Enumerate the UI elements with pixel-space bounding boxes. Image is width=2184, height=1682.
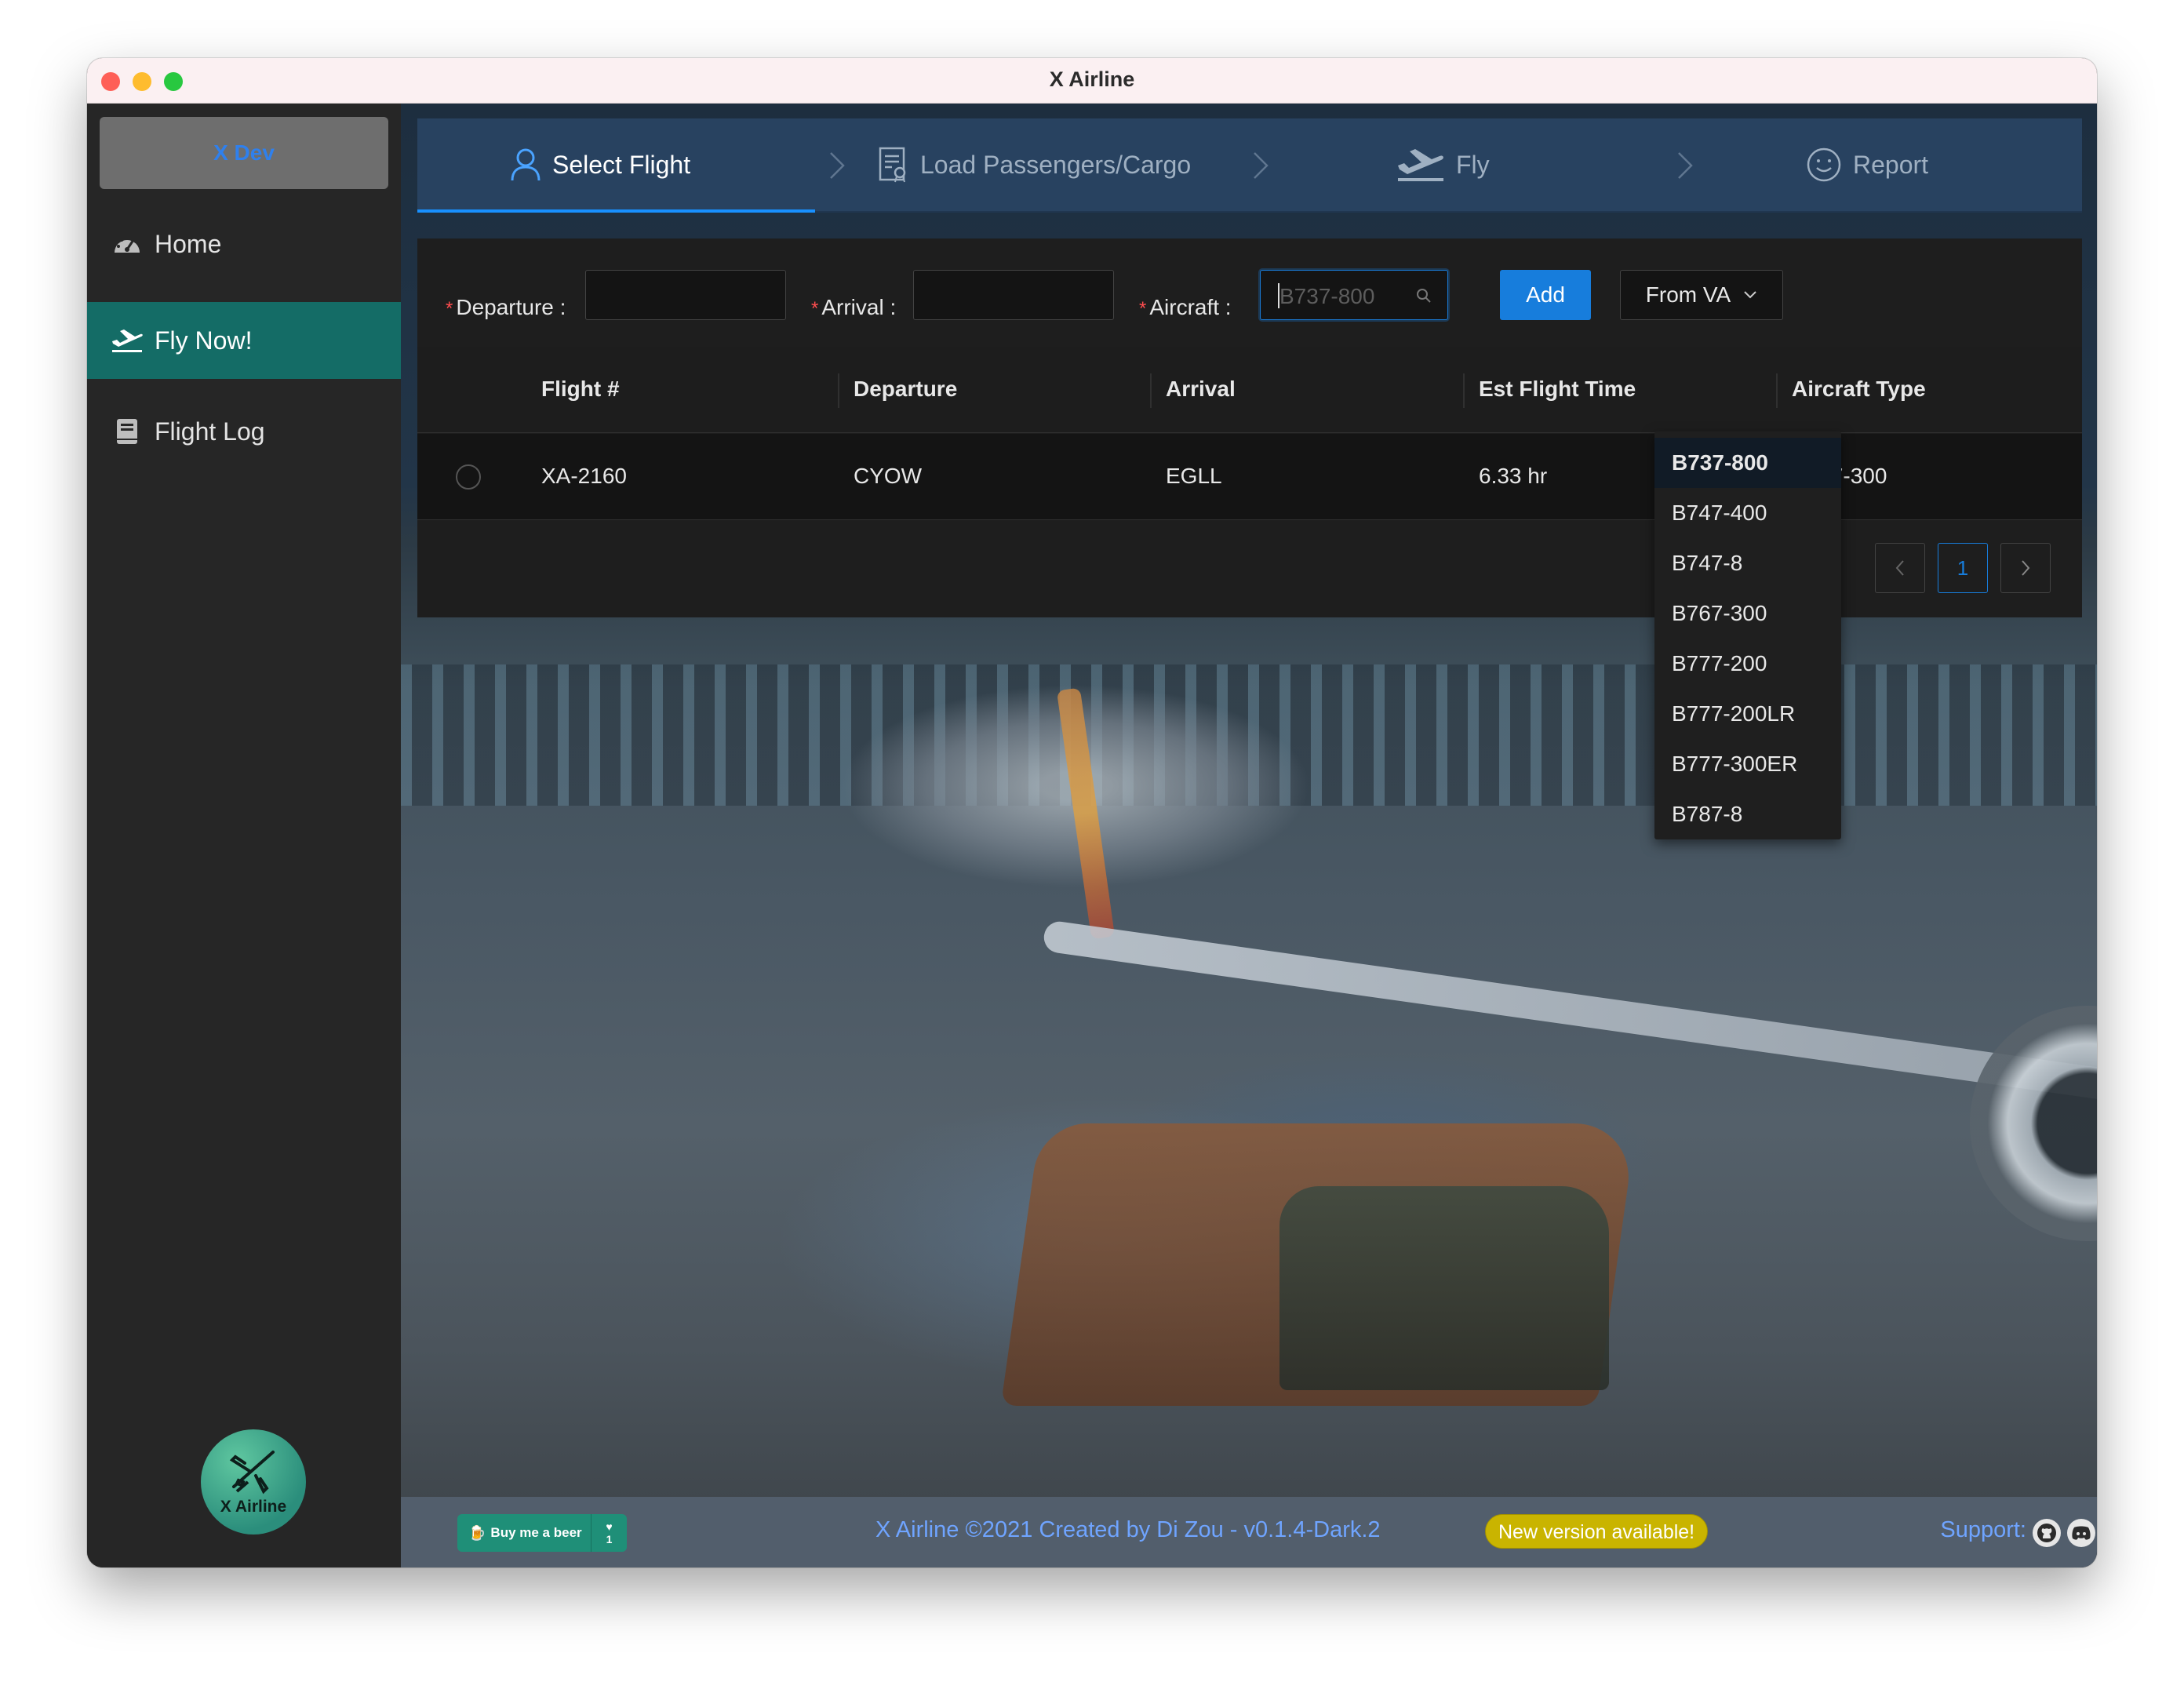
step-report[interactable]: Report — [1806, 118, 1928, 211]
logo-text: X Airline — [220, 1498, 287, 1516]
beer-count: ♥ 1 — [591, 1514, 627, 1552]
step-label: Select Flight — [552, 150, 691, 179]
column-header: Aircraft Type — [1792, 377, 1926, 401]
beer-icon: 🍺 — [468, 1524, 486, 1541]
departure-label: * Departure : — [446, 295, 566, 319]
sidebar-item-flight-log[interactable]: Flight Log — [87, 393, 401, 470]
main-content: Select Flight Load Passengers/Cargo Fly — [401, 104, 2097, 1567]
search-icon — [1417, 289, 1431, 303]
sidebar: X Dev Home Fly Now! Flight Log X Airline — [87, 104, 401, 1567]
new-version-badge[interactable]: New version available! — [1485, 1514, 1709, 1549]
support-label: Support: — [1940, 1517, 2026, 1542]
app-window: X Airline X Dev Home Fly Now! Flight Log… — [87, 58, 2097, 1567]
arrival-label: * Arrival : — [811, 295, 897, 319]
dashboard-icon — [111, 228, 144, 260]
chevron-right-icon — [1678, 152, 1693, 179]
page-number-button[interactable]: 1 — [1938, 543, 1988, 593]
aircraft-placeholder: B737-800 — [1279, 284, 1375, 308]
aircraft-option[interactable]: B777-200 — [1654, 639, 1841, 689]
chevron-right-icon — [1254, 152, 1269, 179]
chevron-right-icon — [2022, 560, 2030, 576]
step-label: Report — [1853, 150, 1929, 179]
aircraft-label: * Aircraft : — [1139, 295, 1232, 319]
row-select-radio[interactable] — [456, 464, 481, 490]
user-icon — [510, 147, 541, 182]
buy-me-a-beer-button[interactable]: 🍺 Buy me a beer ♥ 1 — [457, 1514, 627, 1552]
chevron-left-icon — [1895, 560, 1904, 576]
heart-icon: ♥ — [606, 1520, 613, 1533]
user-button[interactable]: X Dev — [100, 117, 388, 189]
sidebar-item-label: Home — [155, 229, 222, 258]
title-bar: X Airline — [87, 58, 2097, 104]
beer-label: Buy me a beer — [490, 1525, 582, 1540]
document-icon — [878, 147, 909, 183]
app-logo: X Airline — [201, 1429, 306, 1535]
steps-bar: Select Flight Load Passengers/Cargo Fly — [417, 118, 2082, 213]
aircraft-select-input[interactable]: B737-800 — [1260, 270, 1448, 320]
aircraft-option[interactable]: B737-800 — [1654, 438, 1841, 488]
github-icon[interactable] — [2033, 1519, 2061, 1547]
plane-takeoff-icon — [111, 324, 144, 357]
aircraft-dropdown: B737-800 B747-400 B747-8 B767-300 B777-2… — [1654, 431, 1841, 839]
chevron-down-icon — [1744, 291, 1756, 299]
sidebar-item-fly-now[interactable]: Fly Now! — [87, 302, 401, 379]
step-load-passengers[interactable]: Load Passengers/Cargo — [878, 118, 1191, 211]
sidebar-item-home[interactable]: Home — [87, 206, 401, 282]
column-header: Est Flight Time — [1479, 377, 1636, 401]
footer-credit: X Airline ©2021 Created by Di Zou - v0.1… — [875, 1517, 1381, 1542]
prev-page-button[interactable] — [1875, 543, 1925, 593]
column-header: Departure — [854, 377, 958, 401]
cell-arrival: EGLL — [1166, 464, 1222, 488]
cell-departure: CYOW — [854, 464, 923, 488]
add-button[interactable]: Add — [1500, 270, 1591, 320]
aircraft-option[interactable]: B747-8 — [1654, 538, 1841, 588]
arrival-input[interactable] — [913, 270, 1114, 320]
aircraft-option[interactable]: B747-400 — [1654, 488, 1841, 538]
beer-count-value: 1 — [606, 1533, 613, 1545]
cell-flight: XA-2160 — [541, 464, 627, 488]
step-select-flight[interactable]: Select Flight — [510, 118, 690, 211]
step-label: Load Passengers/Cargo — [920, 150, 1192, 179]
from-va-button[interactable]: From VA — [1620, 270, 1783, 320]
step-fly[interactable]: Fly — [1396, 118, 1490, 211]
step-label: Fly — [1456, 150, 1490, 179]
departure-input[interactable] — [585, 270, 786, 320]
column-header: Flight # — [541, 377, 620, 401]
column-header: Arrival — [1166, 377, 1236, 401]
smile-icon — [1806, 147, 1842, 183]
active-step-underline — [417, 209, 815, 213]
book-icon — [111, 415, 144, 448]
aircraft-option[interactable]: B767-300 — [1654, 588, 1841, 639]
window-title: X Airline — [1049, 67, 1135, 91]
plane-takeoff-icon — [1396, 147, 1445, 183]
from-va-label: From VA — [1645, 282, 1731, 307]
sidebar-item-label: Fly Now! — [155, 326, 253, 355]
discord-icon[interactable] — [2067, 1519, 2095, 1547]
next-page-button[interactable] — [2000, 543, 2051, 593]
aircraft-option[interactable]: B777-300ER — [1654, 739, 1841, 789]
chevron-right-icon — [830, 152, 845, 179]
cell-est-time: 6.33 hr — [1479, 464, 1548, 488]
table-header: Flight # Departure Arrival Est Flight Ti… — [417, 347, 2082, 433]
aircraft-option[interactable]: B787-8 — [1654, 789, 1841, 839]
footer: 🍺 Buy me a beer ♥ 1 X Airline ©2021 Crea… — [401, 1497, 2097, 1567]
aircraft-option[interactable]: B777-200LR — [1654, 689, 1841, 739]
plane-logo-icon — [229, 1451, 275, 1495]
sidebar-item-label: Flight Log — [155, 417, 265, 446]
